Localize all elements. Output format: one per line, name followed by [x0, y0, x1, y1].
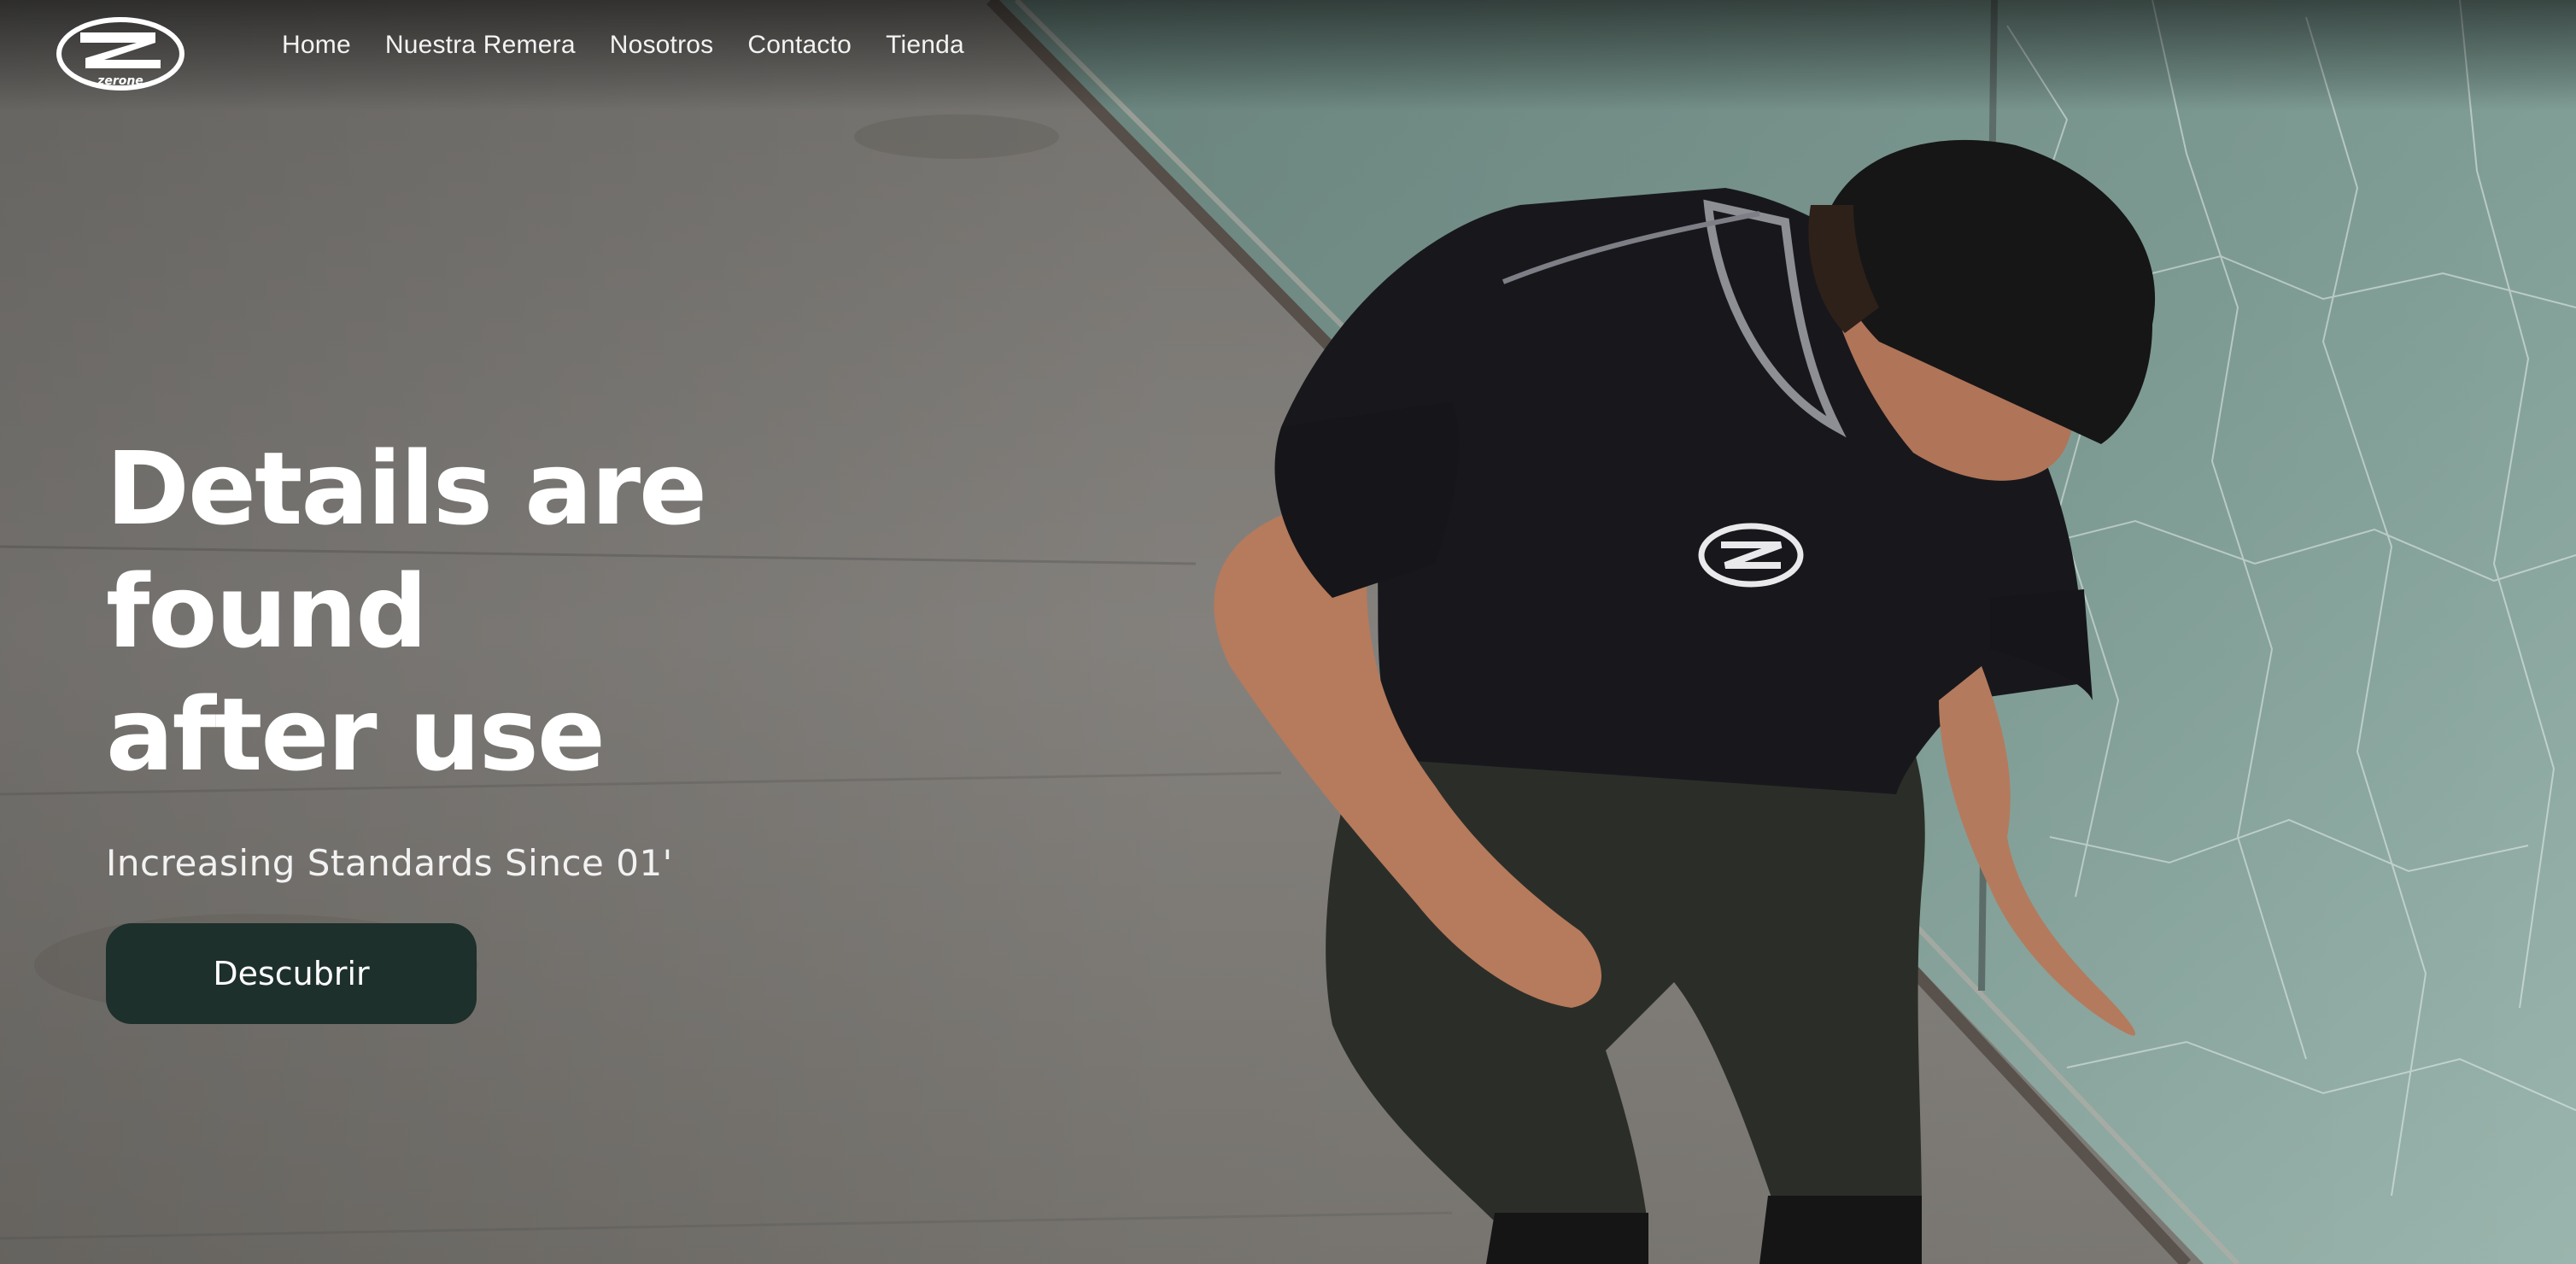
hero-title-line-2: after use	[106, 676, 606, 793]
nav-item-nuestra-remera[interactable]: Nuestra Remera	[385, 31, 576, 60]
main-navigation: Home Nuestra Remera Nosotros Contacto Ti…	[282, 31, 964, 60]
zerone-logo[interactable]: zerone	[55, 14, 186, 94]
logo-wordmark: zerone	[97, 74, 143, 88]
nav-item-nosotros[interactable]: Nosotros	[610, 31, 714, 60]
top-nav-bar: zerone Home Nuestra Remera Nosotros Cont…	[0, 0, 2576, 111]
hero-title: Details are found after use	[106, 427, 1045, 796]
nav-item-tienda[interactable]: Tienda	[886, 31, 964, 60]
nav-item-contacto[interactable]: Contacto	[747, 31, 852, 60]
hero-section: Details are found after use Increasing S…	[106, 427, 1045, 1024]
nav-item-home[interactable]: Home	[282, 31, 351, 60]
hero-title-line-1: Details are found	[106, 430, 707, 670]
hero-subtitle: Increasing Standards Since 01'	[106, 842, 673, 884]
descubrir-button[interactable]: Descubrir	[106, 923, 477, 1024]
